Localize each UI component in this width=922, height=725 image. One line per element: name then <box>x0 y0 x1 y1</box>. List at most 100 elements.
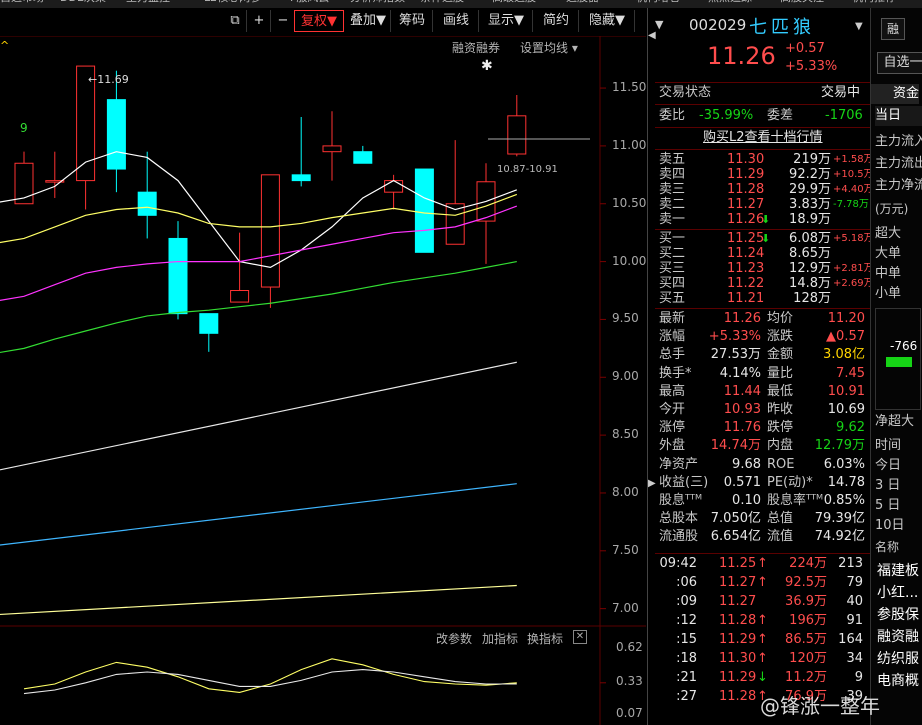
order-volume: 128万 <box>793 291 831 306</box>
period-3d[interactable]: 3 日 <box>875 474 900 493</box>
price-tick-label: 10.50 <box>612 195 647 210</box>
candle-body <box>384 180 404 193</box>
size-mid: 中单 <box>875 266 902 281</box>
concept-item[interactable]: 参股保 <box>877 604 919 624</box>
stat-value: +5.33% <box>708 329 761 345</box>
tick-volume: 120万 <box>789 651 827 666</box>
tick-price: 11.27 <box>719 575 757 590</box>
overlay-button[interactable]: 叠加▼ <box>346 10 391 32</box>
set-ma-button[interactable]: 设置均线 ▾ <box>520 39 578 56</box>
zoom-out-button[interactable]: − <box>272 10 295 32</box>
rong-badge[interactable]: 融 <box>881 18 905 40</box>
chip-button[interactable]: 筹码 <box>392 10 433 32</box>
stat-label: 均价 <box>767 311 794 326</box>
ma-line <box>0 205 518 301</box>
tick-time: 09:42 <box>659 556 697 571</box>
tick-price: 11.27 <box>719 594 757 609</box>
order-volume: 14.8万 <box>789 276 831 291</box>
dropdown-arrow-icon[interactable]: ▼ <box>655 18 663 31</box>
display-button[interactable]: 显示▼ <box>480 10 533 32</box>
fuquan-button[interactable]: 复权▼ <box>294 10 344 32</box>
concept-item[interactable]: 电商概 <box>877 670 919 690</box>
price-tick-label: 11.00 <box>612 137 647 152</box>
l2-banner-link[interactable]: 购买L2查看十档行情 <box>703 130 823 145</box>
long-ma-line <box>0 584 517 616</box>
order-price: 11.30 <box>727 152 765 167</box>
stat-label: 流值 <box>767 529 794 545</box>
sub-line-2 <box>23 669 517 695</box>
period-10d[interactable]: 10日 <box>875 514 905 533</box>
tick-volume: 196万 <box>789 613 827 628</box>
switch-indicator-button[interactable]: 换指标 <box>527 630 563 647</box>
stat-value: 6.03% <box>823 456 865 472</box>
caret-icon: ^ <box>0 39 10 52</box>
order-price: 11.23 <box>727 261 765 276</box>
last-price: 11.26 <box>707 42 776 70</box>
candle-body <box>507 115 527 155</box>
stat-value: 11.26 <box>723 311 761 326</box>
tick-volume: 11.2万 <box>785 670 827 685</box>
candle-body <box>322 145 342 153</box>
tick-price: 11.29 <box>719 670 757 685</box>
stat-value: 0.571 <box>723 474 761 490</box>
stock-name: 七匹狼 <box>749 17 815 38</box>
tick-volume: 224万 <box>789 556 827 571</box>
concept-item[interactable]: 小红... <box>877 582 918 602</box>
price-tick-label: 9.50 <box>612 311 639 326</box>
status-value: 交易中 <box>821 85 861 100</box>
stat-value: 9.68 <box>732 456 761 472</box>
green-bar <box>886 357 912 367</box>
price-pct: +5.33% <box>785 59 838 74</box>
zixuan-button[interactable]: 自选一 <box>877 52 922 74</box>
draw-line-button[interactable]: 画线 <box>434 10 479 32</box>
add-indicator-button[interactable]: 加指标 <box>482 630 518 647</box>
kline-chart[interactable] <box>0 36 646 725</box>
stat-label: 跌停 <box>767 420 794 436</box>
stat-value: ▲0.57 <box>826 329 865 345</box>
tick-down-icon: ↓ <box>757 670 768 685</box>
change-param-button[interactable]: 改参数 <box>436 630 472 647</box>
simple-button[interactable]: 简约 <box>534 10 579 32</box>
stat-label: 股息ᵀᵀᴹ <box>659 493 703 508</box>
watermark: @锋涨一整年 <box>760 694 880 718</box>
window-icon[interactable]: ⧉ <box>224 10 247 32</box>
tick-count: 91 <box>846 613 863 628</box>
stat-value: 0.85% <box>823 493 865 508</box>
today-tab[interactable]: 当日 <box>875 106 922 126</box>
order-price: 11.22 <box>727 276 765 291</box>
tick-price: 11.28 <box>719 689 757 704</box>
close-icon[interactable]: ✕ <box>573 630 587 644</box>
unit-label: (万元) <box>875 202 909 216</box>
order-volume: 3.83万 <box>789 197 831 212</box>
stat-value: 6.654亿 <box>710 529 761 545</box>
stat-value: 4.14% <box>719 365 761 381</box>
stock-menu-icon[interactable]: ▼ <box>855 21 863 32</box>
tick-price: 11.28 <box>719 613 757 628</box>
order-price: 11.24 <box>727 246 765 261</box>
period-5d[interactable]: 5 日 <box>875 494 900 513</box>
order-level-label: 买五 <box>659 291 686 306</box>
period-today[interactable]: 今日 <box>875 454 901 473</box>
order-level-label: 卖四 <box>659 167 686 182</box>
rzrq-label[interactable]: 融资融券 <box>452 39 500 56</box>
weibi-value: -35.99% <box>699 108 754 123</box>
tick-time: :27 <box>676 689 697 704</box>
ma-line <box>0 193 518 244</box>
hide-button[interactable]: 隐藏▼ <box>580 10 635 32</box>
sub-tick-label: 0.07 <box>616 706 643 720</box>
stat-label: ROE <box>767 456 795 472</box>
order-level-label: 卖三 <box>659 182 686 197</box>
order-price: 11.26 <box>727 212 765 227</box>
concept-item[interactable]: 融资融 <box>877 626 919 646</box>
concept-item[interactable]: 福建板 <box>877 560 919 580</box>
tick-count: 164 <box>838 632 863 647</box>
stat-value: 10.93 <box>723 402 761 417</box>
panel-divider[interactable]: ◀ ▶ <box>647 8 656 725</box>
count-label: 9 <box>20 121 28 135</box>
zoom-in-button[interactable]: + <box>248 10 271 32</box>
fund-tab[interactable]: 资金 <box>871 84 919 104</box>
order-volume: 92.2万 <box>789 167 831 182</box>
concept-item[interactable]: 纺织服 <box>877 648 919 668</box>
size-small: 小单 <box>875 286 902 301</box>
star-icon: ✱ <box>481 58 493 74</box>
